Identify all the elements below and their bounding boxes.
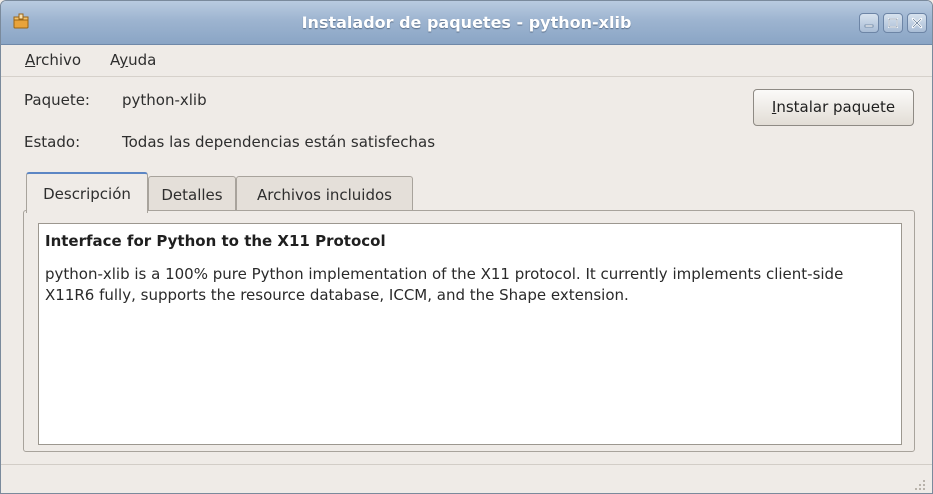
menu-ayuda[interactable]: Ayuda	[106, 45, 160, 76]
maximize-icon	[888, 18, 898, 28]
description-view[interactable]: Interface for Python to the X11 Protocol…	[38, 223, 902, 445]
resize-grip-icon[interactable]	[912, 477, 926, 491]
description-title: Interface for Python to the X11 Protocol	[45, 232, 386, 250]
window-title: Instalador de paquetes - python-xlib	[301, 13, 632, 32]
menu-bar: Archivo Ayuda	[1, 45, 932, 77]
install-button-label: nstalar paquete	[776, 98, 896, 116]
close-icon	[911, 17, 923, 29]
close-button[interactable]	[907, 13, 927, 33]
package-label: Paquete:	[24, 91, 90, 109]
status-label: Estado:	[24, 133, 81, 151]
maximize-button[interactable]	[883, 13, 903, 33]
minimize-button[interactable]	[859, 13, 879, 33]
tab-detalles[interactable]: Detalles	[148, 176, 236, 212]
menu-archivo-label: rchivo	[35, 51, 82, 69]
installer-window: Instalador de paquetes - python-xlib Arc…	[0, 0, 933, 494]
minimize-icon	[864, 24, 874, 28]
tab-descripcion[interactable]: Descripción	[26, 172, 148, 213]
tab-archivos-incluidos[interactable]: Archivos incluidos	[236, 176, 413, 212]
menu-archivo-mnemonic: A	[25, 51, 36, 69]
install-package-button[interactable]: Instalar paquete	[753, 89, 914, 126]
menu-ayuda-label-start: A	[110, 51, 120, 69]
title-bar[interactable]: Instalador de paquetes - python-xlib	[1, 1, 932, 45]
package-value: python-xlib	[122, 91, 207, 109]
menu-archivo[interactable]: Archivo	[21, 45, 85, 76]
status-value: Todas las dependencias están satisfechas	[122, 133, 436, 151]
status-bar	[1, 464, 932, 493]
menu-ayuda-mnemonic: y	[119, 51, 129, 69]
menu-ayuda-label-end: uda	[128, 51, 157, 69]
description-body: python-xlib is a 100% pure Python implem…	[45, 265, 844, 304]
